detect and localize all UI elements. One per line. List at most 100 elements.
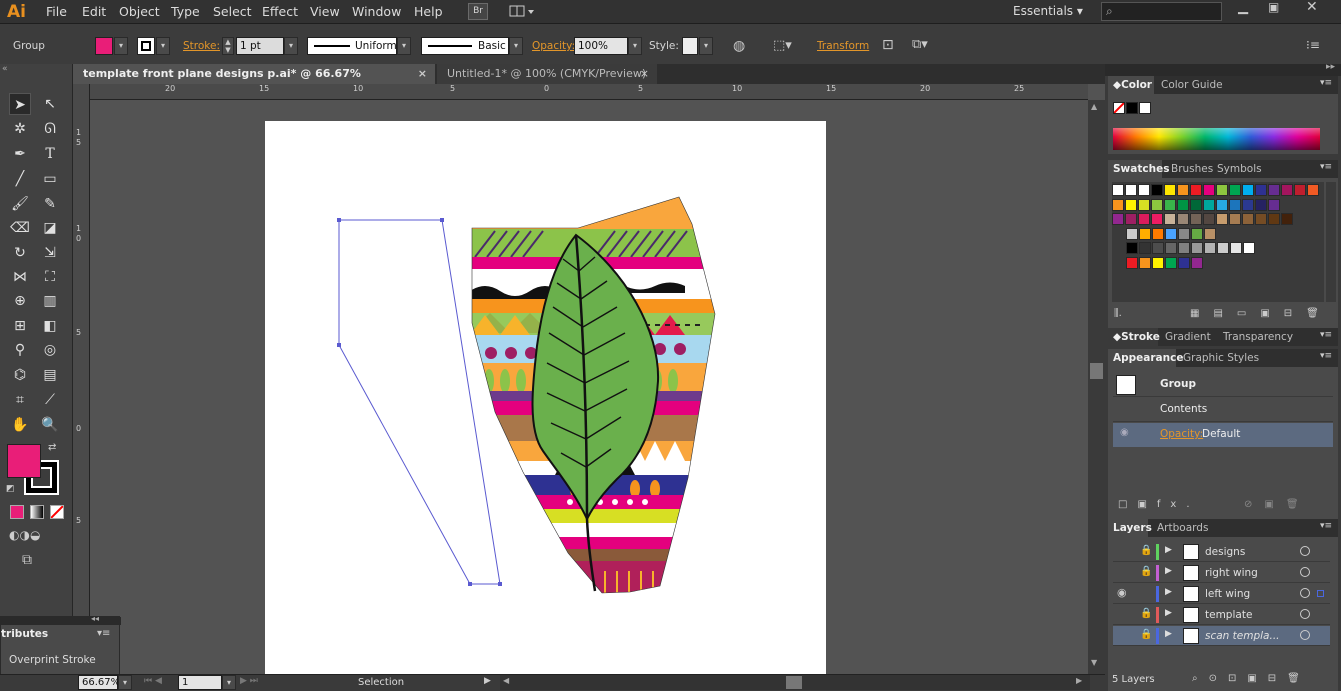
color-swatch[interactable] bbox=[1152, 242, 1164, 254]
color-swatch[interactable] bbox=[1152, 227, 1164, 240]
fill-color-box[interactable] bbox=[7, 444, 41, 478]
lock-icon[interactable]: 🔒 bbox=[1140, 608, 1152, 619]
scroll-down-icon[interactable]: ▼ bbox=[1091, 658, 1097, 667]
color-mode-icon[interactable] bbox=[10, 505, 24, 519]
layer-row[interactable]: 🔒 ▶ designs bbox=[1113, 542, 1330, 562]
color-swatch[interactable] bbox=[1112, 213, 1124, 225]
color-swatch[interactable] bbox=[1151, 184, 1163, 196]
stroke-dropdown[interactable]: ▾ bbox=[156, 37, 170, 55]
stroke-color-swatch[interactable] bbox=[137, 37, 155, 55]
color-swatch[interactable] bbox=[1190, 213, 1202, 225]
color-swatch[interactable] bbox=[1178, 242, 1190, 254]
recolor-artwork-icon[interactable]: ◍ bbox=[733, 38, 745, 54]
layer-name[interactable]: scan templa... bbox=[1205, 630, 1280, 642]
menu-edit[interactable]: Edit bbox=[82, 4, 106, 19]
profile-dropdown[interactable]: ▾ bbox=[397, 37, 411, 55]
color-swatch[interactable] bbox=[1191, 227, 1203, 240]
color-swatch[interactable] bbox=[1190, 184, 1202, 196]
color-swatch[interactable] bbox=[1190, 198, 1202, 211]
color-swatch[interactable] bbox=[1204, 242, 1216, 254]
color-swatch[interactable] bbox=[1216, 198, 1228, 211]
paintbrush-tool-icon[interactable]: 🖌 bbox=[9, 193, 31, 215]
color-swatch[interactable] bbox=[1203, 213, 1215, 225]
mesh-tool-icon[interactable]: ⊞ bbox=[9, 315, 31, 337]
close-window-button[interactable]: ✕ bbox=[1306, 0, 1318, 15]
panel-menu-icon[interactable]: ▾≡ bbox=[1320, 78, 1332, 88]
collapse-icon[interactable]: ◂◂ bbox=[91, 614, 99, 623]
color-swatch[interactable] bbox=[1268, 213, 1280, 225]
color-swatch[interactable] bbox=[1242, 198, 1254, 211]
panel-menu-icon[interactable]: ▾≡ bbox=[1320, 330, 1332, 340]
expand-triangle-icon[interactable]: ▶ bbox=[1165, 566, 1172, 576]
first-artboard-icon[interactable]: ⏮ ◀ bbox=[144, 676, 162, 686]
fill-color-swatch[interactable] bbox=[95, 37, 113, 55]
scale-tool-icon[interactable]: ⇲ bbox=[39, 242, 61, 264]
slice-tool-icon[interactable]: ⟋ bbox=[39, 389, 61, 411]
tab-brushes[interactable]: Brushes bbox=[1166, 160, 1218, 178]
tab-stroke[interactable]: ◆Stroke bbox=[1108, 328, 1160, 346]
layer-name[interactable]: right wing bbox=[1205, 567, 1258, 579]
opacity-label[interactable]: Opacity: bbox=[532, 40, 575, 52]
color-swatch[interactable] bbox=[1229, 184, 1241, 196]
shape-builder-tool-icon[interactable]: ⊕ bbox=[9, 290, 31, 312]
menu-view[interactable]: View bbox=[310, 4, 340, 19]
none-mode-icon[interactable] bbox=[50, 505, 64, 519]
color-swatch[interactable] bbox=[1138, 184, 1150, 196]
attributes-tab[interactable]: tributes bbox=[1, 625, 69, 643]
color-swatch[interactable] bbox=[1255, 213, 1267, 225]
horizontal-ruler[interactable]: 20 15 10 5 0 5 10 15 20 25 bbox=[90, 84, 1088, 100]
layer-name[interactable]: left wing bbox=[1205, 588, 1250, 600]
color-swatch[interactable] bbox=[1216, 213, 1228, 225]
lasso-tool-icon[interactable]: ᘏ bbox=[39, 118, 61, 140]
minimize-button[interactable]: ▁ bbox=[1238, 0, 1248, 15]
close-tab-icon[interactable]: × bbox=[418, 64, 427, 84]
appearance-contents-row[interactable]: Contents bbox=[1113, 398, 1333, 422]
menu-effect[interactable]: Effect bbox=[262, 4, 298, 19]
tab-color[interactable]: ◆Color bbox=[1108, 76, 1154, 94]
target-circle-icon[interactable] bbox=[1300, 546, 1310, 556]
color-swatch[interactable] bbox=[1217, 242, 1229, 254]
color-swatch[interactable] bbox=[1203, 184, 1215, 196]
variable-width-profile[interactable]: Uniform bbox=[307, 37, 397, 55]
tab-layers[interactable]: Layers bbox=[1108, 519, 1152, 537]
lock-icon[interactable]: 🔒 bbox=[1140, 545, 1152, 556]
color-swatch[interactable] bbox=[1125, 213, 1137, 225]
layers-actions-icons[interactable]: ⌕⊙⊡▣⊟🗑 bbox=[1192, 673, 1311, 684]
target-circle-icon[interactable] bbox=[1300, 609, 1310, 619]
layer-row[interactable]: 🔒 ▶ template bbox=[1113, 605, 1330, 625]
menu-window[interactable]: Window bbox=[352, 4, 401, 19]
tab-symbols[interactable]: Symbols bbox=[1212, 160, 1267, 178]
eraser-tool-icon[interactable]: ◪ bbox=[39, 217, 61, 239]
layer-name[interactable]: designs bbox=[1205, 546, 1245, 558]
color-swatch[interactable] bbox=[1242, 184, 1254, 196]
color-swatch[interactable] bbox=[1125, 184, 1137, 196]
magic-wand-tool-icon[interactable]: ✲ bbox=[9, 118, 31, 140]
zoom-dropdown[interactable]: ▾ bbox=[118, 675, 132, 690]
menu-file[interactable]: File bbox=[46, 4, 67, 19]
color-swatch[interactable] bbox=[1242, 213, 1254, 225]
color-swatch[interactable] bbox=[1178, 256, 1190, 269]
color-swatch[interactable] bbox=[1138, 198, 1150, 211]
expand-triangle-icon[interactable]: ▶ bbox=[1165, 587, 1172, 597]
visibility-eye-icon[interactable]: ◉ bbox=[1120, 427, 1129, 438]
bridge-button[interactable]: Br bbox=[468, 3, 488, 20]
color-swatch[interactable] bbox=[1164, 213, 1176, 225]
tab-artboards[interactable]: Artboards bbox=[1152, 519, 1213, 537]
tab-graphic-styles[interactable]: Graphic Styles bbox=[1178, 349, 1264, 367]
direct-selection-tool-icon[interactable]: ↖ bbox=[39, 93, 61, 115]
color-swatch[interactable] bbox=[1178, 227, 1190, 240]
blend-tool-icon[interactable]: ◎ bbox=[39, 339, 61, 361]
swatch-grid[interactable] bbox=[1112, 182, 1324, 302]
vertical-scrollbar[interactable]: ▲ ▼ bbox=[1088, 100, 1105, 674]
target-circle-icon[interactable] bbox=[1300, 567, 1310, 577]
color-swatch[interactable] bbox=[1126, 242, 1138, 254]
color-swatch[interactable] bbox=[1203, 198, 1215, 211]
tab-gradient[interactable]: Gradient bbox=[1160, 328, 1216, 346]
panel-menu-icon[interactable]: ▾≡ bbox=[1320, 521, 1332, 531]
tab-color-guide[interactable]: Color Guide bbox=[1156, 76, 1228, 94]
swatches-scrollbar[interactable] bbox=[1326, 182, 1336, 302]
color-swatch[interactable] bbox=[1243, 242, 1255, 254]
layer-row[interactable]: 🔒 ▶ scan templa... bbox=[1113, 626, 1330, 646]
color-swatch[interactable] bbox=[1191, 242, 1203, 254]
expand-triangle-icon[interactable]: ▶ bbox=[1165, 608, 1172, 618]
